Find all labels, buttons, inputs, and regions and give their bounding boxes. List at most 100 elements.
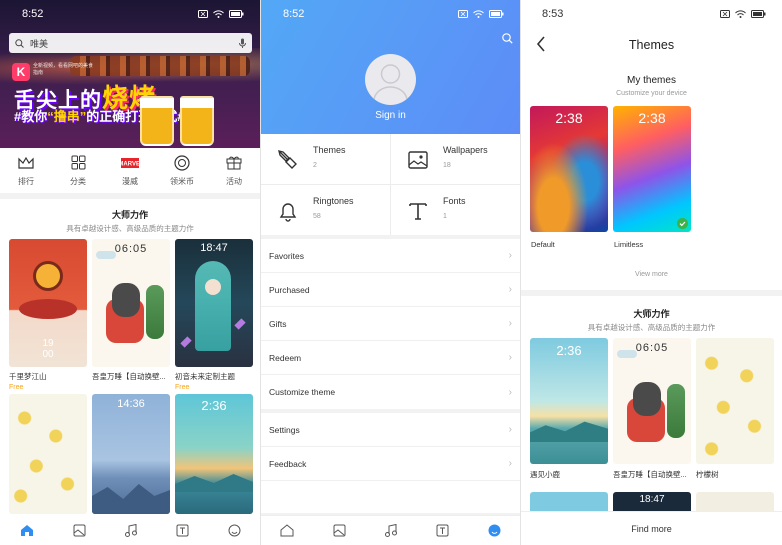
profile-icon[interactable] [488,524,501,537]
page-title: Themes [628,38,675,52]
content-cards: Themes 2 Wallpapers 18 Ringtones 58 Fonts 1 [261,134,520,235]
crown-icon [18,156,34,169]
font-icon[interactable] [436,524,449,537]
menu-customize-theme[interactable]: Customize theme › [261,375,520,409]
bottom-nav [261,515,520,545]
theme-card[interactable]: 柠檬树 [696,338,774,480]
theme-clock: 2:38 [555,110,583,126]
category-label: 活动 [226,176,242,186]
find-more-button[interactable]: Find more [521,511,782,545]
menu-list: Settings › Feedback › [261,413,520,513]
music-icon[interactable] [384,524,397,537]
my-theme-limitless[interactable]: 2:38 [613,106,691,232]
tile-clock-hour: 19 [42,338,54,349]
card-title: Ringtones [313,196,354,206]
theme-thumbnail: 18:47 [175,239,253,367]
category-classify[interactable]: 分类 [52,150,104,190]
home-icon[interactable] [20,524,34,537]
marvel-icon: MARVEL [121,157,139,168]
theme-card[interactable]: 06:05 吾皇万睡【自动换壁... [92,239,170,394]
category-events[interactable]: 活动 [208,150,260,190]
theme-grid: 2:36 遇见小鹿 06:05 吾皇万睡【自动换壁... 柠檬树 [530,338,774,480]
theme-grid: 19 00 千里梦江山 Free 06:05 吾皇万睡【自动换壁... 18:4… [9,239,254,514]
avatar[interactable] [365,54,416,105]
card-ringtones[interactable]: Ringtones 58 [261,185,390,235]
bottom-nav [0,515,260,545]
chevron-right-icon: › [508,250,512,261]
menu-label: Purchased [269,284,310,295]
card-wallpapers[interactable]: Wallpapers 18 [391,134,520,184]
font-icon [409,203,427,220]
card-count: 1 [443,213,447,220]
card-count: 2 [313,162,317,169]
chevron-right-icon: › [508,352,512,363]
status-bar: 8:52 [0,0,260,28]
theme-card[interactable]: 19 00 千里梦江山 Free [9,239,87,394]
theme-card[interactable]: 06:05 吾皇万睡【自动换壁... [613,338,691,480]
status-bar: 8:53 [521,0,782,28]
menu-gifts[interactable]: Gifts › [261,307,520,341]
menu-purchased[interactable]: Purchased › [261,273,520,307]
battery-icon [489,10,504,18]
sim-icon [720,10,730,18]
music-icon[interactable] [124,523,137,537]
card-fonts[interactable]: Fonts 1 [391,185,520,235]
category-ranking[interactable]: 排行 [0,150,52,190]
theme-clock: 2:38 [638,110,666,126]
sim-icon [198,10,208,18]
search-icon[interactable] [502,33,513,44]
font-icon[interactable] [176,524,189,537]
category-coins[interactable]: 领米币 [156,150,208,190]
status-time: 8:53 [542,8,564,20]
theme-thumbnail: 2:36 [530,338,608,464]
menu-list: Favorites › Purchased › Gifts › Redeem › Cus… [261,239,520,409]
category-label: 排行 [18,176,34,186]
theme-price: Free [9,384,24,391]
beer-mug-image [140,96,174,146]
theme-card[interactable]: 2:36 遇见小鹿 [530,338,608,480]
screen-store-home: K 全新视频，看看网吧的美食指南 舌尖上的烧烤 #教你“撸串”的正确打开方式# … [0,0,260,545]
theme-card[interactable]: 2:36 [175,394,253,514]
search-input[interactable]: 唯美 [9,33,252,53]
skewers-image [70,56,250,76]
menu-label: Gifts [269,318,287,329]
card-title: Themes [313,145,346,155]
sign-in-link[interactable]: Sign in [261,110,520,121]
microphone-icon[interactable] [239,38,246,48]
grid-icon [71,155,85,170]
battery-icon [751,10,766,18]
category-label: 漫威 [122,176,138,186]
view-more-link[interactable]: View more [521,271,782,278]
menu-favorites[interactable]: Favorites › [261,239,520,273]
wallpaper-icon[interactable] [333,524,346,537]
section-title: 大师力作 [111,210,148,220]
category-marvel[interactable]: MARVEL 漫威 [104,150,156,190]
card-themes[interactable]: Themes 2 [261,134,390,184]
section-subtitle: 具有卓越设计感、高级品质的主题力作 [587,323,716,332]
chevron-right-icon: › [508,424,512,435]
my-theme-default[interactable]: 2:38 [530,106,608,232]
theme-card[interactable]: 14:36 [92,394,170,514]
profile-icon[interactable] [228,524,241,537]
menu-settings[interactable]: Settings › [261,413,520,447]
home-icon[interactable] [280,524,294,537]
theme-price: Free [175,384,190,391]
svg-text:MARVEL: MARVEL [121,161,139,167]
menu-feedback[interactable]: Feedback › [261,447,520,481]
search-icon [15,38,24,48]
theme-thumbnail [696,338,774,464]
status-time: 8:52 [283,8,305,20]
menu-label: Favorites [269,250,304,261]
brush-icon [278,150,297,169]
menu-redeem[interactable]: Redeem › [261,341,520,375]
wallpaper-icon[interactable] [73,524,86,537]
check-badge-icon [677,218,688,229]
theme-card[interactable]: 18:47 初音未来定制主题 Free [175,239,253,394]
chevron-right-icon: › [508,284,512,295]
bell-icon [279,203,297,222]
battery-icon [229,10,244,18]
theme-card[interactable] [9,394,87,514]
menu-label: Customize theme [269,387,336,397]
tile-clock: 18:47 [200,242,228,254]
theme-price [92,384,170,394]
